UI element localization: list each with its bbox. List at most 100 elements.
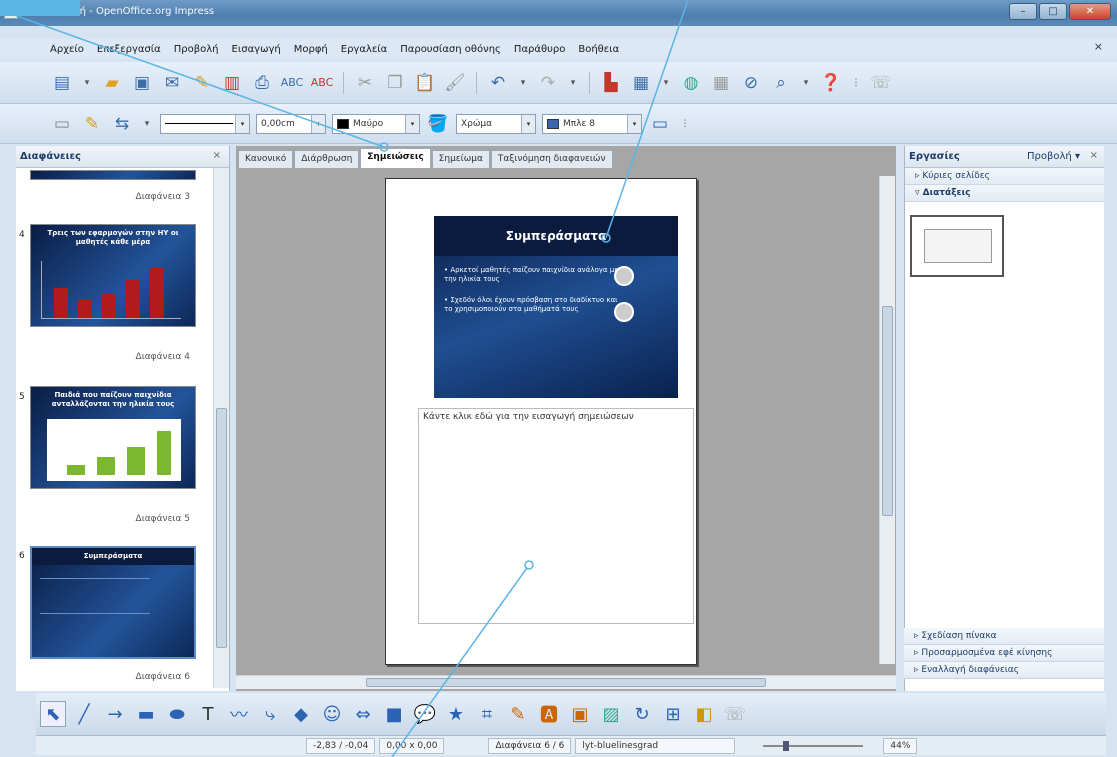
grid-icon[interactable]: ▦ <box>709 71 733 95</box>
table-dropdown-icon[interactable]: ▾ <box>659 71 673 95</box>
navigator-icon[interactable]: ⊘ <box>739 71 763 95</box>
arrow-style-icon[interactable]: ⇆ <box>110 112 134 136</box>
block-arrows-icon[interactable]: ⇔ <box>350 701 376 727</box>
menu-help[interactable]: Βοήθεια <box>578 44 619 55</box>
notes-slide-preview[interactable]: Συμπεράσματα • Αρκετοί μαθητές παίζουν π… <box>434 216 678 398</box>
menu-file[interactable]: Αρχείο <box>50 44 84 55</box>
line-color-select[interactable]: Μαύρο ▾ <box>332 113 420 134</box>
arrange-icon[interactable]: ◧ <box>691 701 717 727</box>
menu-slideshow[interactable]: Παρουσίαση οθόνης <box>400 44 501 55</box>
toolbar-overflow-icon[interactable]: ⋮ <box>678 112 692 136</box>
rotate-icon[interactable]: ↻ <box>629 701 655 727</box>
close-window-button[interactable]: ✕ <box>1069 3 1111 20</box>
area-color-select[interactable]: Μπλε 8 ▾ <box>542 113 642 134</box>
redo-dropdown-icon[interactable]: ▾ <box>566 71 580 95</box>
menu-format[interactable]: Μορφή <box>294 44 328 55</box>
undo-dropdown-icon[interactable]: ▾ <box>516 71 530 95</box>
zoom-icon[interactable]: ⌕ <box>769 71 793 95</box>
format-paintbrush-icon[interactable]: 🖌 <box>443 71 467 95</box>
horizontal-scroll-thumb[interactable] <box>366 678 766 687</box>
arrow-dropdown-icon[interactable]: ▾ <box>140 112 154 136</box>
paste-icon[interactable]: 📋 <box>413 71 437 95</box>
redo-icon[interactable]: ↷ <box>536 71 560 95</box>
menu-window[interactable]: Παράθυρο <box>514 44 565 55</box>
title-bar[interactable]: Προσαρμογή - OpenOffice.org Impress – □ … <box>0 0 1117 26</box>
connector-tool-icon[interactable]: ⤷ <box>257 701 283 727</box>
slide-thumbnail-4[interactable]: Τρεις των εφαρμογών στην ΗΥ οι μαθητές κ… <box>30 224 196 327</box>
minimize-button[interactable]: – <box>1009 3 1037 20</box>
tab-slide-sorter[interactable]: Ταξινόμηση διαφανειών <box>490 150 613 168</box>
autospellcheck-icon[interactable]: ABC <box>310 71 334 95</box>
area-bucket-icon[interactable]: 🪣 <box>426 112 450 136</box>
flowchart-icon[interactable]: ■ <box>381 701 407 727</box>
basic-shapes-icon[interactable]: ◆ <box>288 701 314 727</box>
slides-panel-scroll-thumb[interactable] <box>216 408 227 648</box>
tab-normal[interactable]: Κανονικό <box>238 150 294 168</box>
insert-chart-icon[interactable]: ▙ <box>599 71 623 95</box>
phone-icon[interactable]: ☏ <box>869 71 893 95</box>
send-mail-icon[interactable]: ✉ <box>160 71 184 95</box>
new-document-icon[interactable]: ▤ <box>50 71 74 95</box>
slides-panel-scrollbar[interactable] <box>213 168 229 688</box>
select-pointer-icon[interactable]: ⬉ <box>40 701 66 727</box>
section-table-design[interactable]: ▹ Σχεδίαση πίνακα <box>904 628 1104 645</box>
section-slide-transition[interactable]: ▹ Εναλλαγή διαφάνειας <box>904 662 1104 679</box>
print-icon[interactable]: ⎙ <box>250 71 274 95</box>
spellcheck-icon[interactable]: ABC <box>280 71 304 95</box>
tasks-panel-close-icon[interactable]: × <box>1090 150 1098 161</box>
layout-option-thumbnail[interactable] <box>910 215 1004 277</box>
vertical-scroll-thumb[interactable] <box>882 306 893 516</box>
tab-notes[interactable]: Σημειώσεις <box>360 148 431 168</box>
cut-icon[interactable]: ✂ <box>353 71 377 95</box>
section-master-pages[interactable]: ▹ Κύριες σελίδες <box>905 168 1104 185</box>
stars-icon[interactable]: ★ <box>443 701 469 727</box>
callouts-icon[interactable]: 💬 <box>412 701 438 727</box>
section-layouts[interactable]: ▿ Διατάξεις <box>905 185 1104 202</box>
save-icon[interactable]: ▣ <box>130 71 154 95</box>
line-width-field[interactable]: 0,00cm ÷ <box>256 113 326 134</box>
shadow-icon[interactable]: ▭ <box>648 112 672 136</box>
gallery-icon[interactable]: ▣ <box>567 701 593 727</box>
close-document-icon[interactable]: × <box>1094 40 1103 53</box>
menu-view[interactable]: Προβολή <box>174 44 219 55</box>
zoom-slider[interactable] <box>753 740 873 751</box>
slide-thumbnail-5[interactable]: Παιδιά που παίζουν παιχνίδια ανταλλάζοντ… <box>30 386 196 489</box>
toolbar-overflow-icon[interactable]: ⋮ <box>849 71 863 95</box>
align-icon[interactable]: ⊞ <box>660 701 686 727</box>
edit-file-icon[interactable]: ✎ <box>190 71 214 95</box>
tab-outline[interactable]: Διάρθρωση <box>294 150 360 168</box>
curve-tool-icon[interactable]: 〰 <box>226 701 252 727</box>
editing-area-horizontal-scrollbar[interactable] <box>236 675 896 689</box>
text-tool-icon[interactable]: T <box>195 701 221 727</box>
menu-tools[interactable]: Εργαλεία <box>341 44 387 55</box>
menu-insert[interactable]: Εισαγωγή <box>232 44 281 55</box>
copy-icon[interactable]: ❐ <box>383 71 407 95</box>
editing-area-vertical-scrollbar[interactable] <box>879 176 895 664</box>
insert-image-icon[interactable]: ▨ <box>598 701 624 727</box>
zoom-handle[interactable] <box>783 740 790 751</box>
globe-icon[interactable]: ◍ <box>679 71 703 95</box>
ellipse-tool-icon[interactable]: ⬬ <box>164 701 190 727</box>
maximize-button[interactable]: □ <box>1039 3 1067 20</box>
line-icon[interactable]: ✎ <box>80 112 104 136</box>
slide-thumbnail-6[interactable]: Συμπεράσματα <box>30 546 196 659</box>
slide-dialog-icon[interactable]: ▭ <box>50 112 74 136</box>
zoom-dropdown-icon[interactable]: ▾ <box>799 71 813 95</box>
master-page-name[interactable]: lyt-bluelinesgrad <box>575 737 736 754</box>
rectangle-tool-icon[interactable]: ▬ <box>133 701 159 727</box>
section-custom-animation[interactable]: ▹ Προσαρμοσμένα εφέ κίνησης <box>904 645 1104 662</box>
menu-edit[interactable]: Επεξεργασία <box>97 44 161 55</box>
slides-panel-close-icon[interactable]: × <box>213 150 221 161</box>
notes-text-area[interactable]: Κάντε κλικ εδώ για την εισαγωγή σημειώσε… <box>418 408 694 624</box>
export-pdf-icon[interactable]: ▥ <box>220 71 244 95</box>
help-icon[interactable]: ❓ <box>819 71 843 95</box>
zoom-level[interactable]: 44% <box>883 737 918 754</box>
area-style-select[interactable]: Χρώμα ▾ <box>456 113 536 134</box>
fontwork-icon[interactable]: ✎ <box>505 701 531 727</box>
new-dropdown-icon[interactable]: ▾ <box>80 71 94 95</box>
textbox-icon[interactable]: 🅰 <box>536 701 562 727</box>
phone-icon[interactable]: ☏ <box>722 701 748 727</box>
slide-thumbnail-3[interactable] <box>30 170 196 180</box>
line-style-select[interactable]: ▾ <box>160 113 250 134</box>
tasks-view-menu[interactable]: Προβολή ▾ <box>1027 151 1080 162</box>
